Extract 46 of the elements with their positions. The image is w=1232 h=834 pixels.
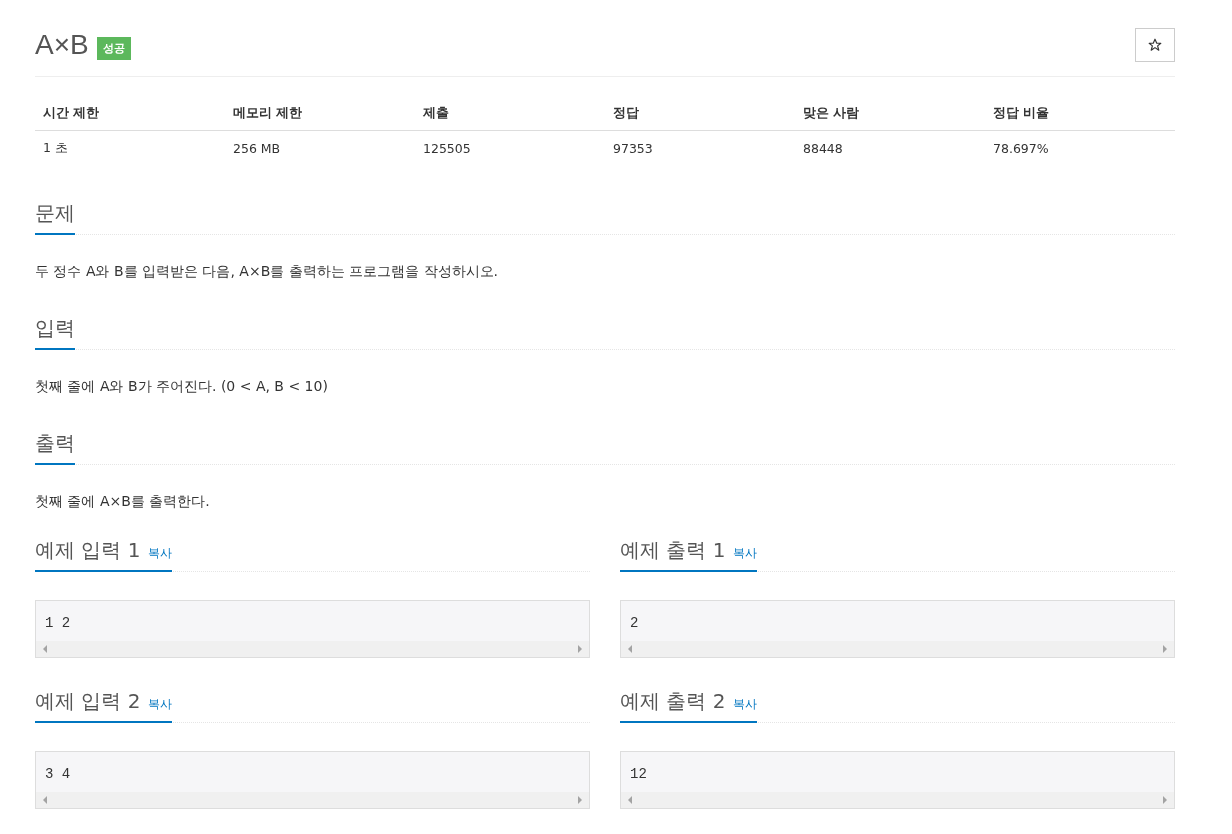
sample-code: 3 4 [44,765,72,784]
sample-heading: 예제 입력 1 [35,537,141,564]
section-heading: 문제 [35,192,75,235]
column-header: 메모리 제한 [225,97,415,131]
section-heading: 입력 [35,307,75,350]
section-text: 첫째 줄에 A와 B가 주어진다. (0 < A, B < 10) [35,378,329,396]
horizontal-scrollbar[interactable] [36,641,589,657]
scroll-left-icon[interactable] [627,645,633,653]
table-cell: 1 초 [35,130,225,166]
copy-link[interactable]: 복사 [733,696,758,713]
column-header: 시간 제한 [35,97,225,131]
copy-link[interactable]: 복사 [148,696,173,713]
section-text: 첫째 줄에 A×B를 출력한다. [35,493,211,511]
copy-link[interactable]: 복사 [148,545,173,562]
sample-code: 1 2 [44,614,72,633]
scroll-left-icon[interactable] [42,796,48,804]
sample-code: 2 [629,614,640,633]
favorite-button[interactable] [1135,28,1175,62]
scroll-right-icon[interactable] [577,796,583,804]
column-header: 맞은 사람 [795,97,985,131]
scroll-right-icon[interactable] [1162,796,1168,804]
sample-code: 12 [629,765,648,784]
horizontal-scrollbar[interactable] [621,792,1174,808]
table-cell: 88448 [795,130,985,166]
copy-link[interactable]: 복사 [733,545,758,562]
column-header: 정답 [605,97,795,131]
table-cell: 78.697% [985,130,1175,166]
sample-heading: 예제 출력 1 [620,537,726,564]
section-text: 두 정수 A와 B를 입력받은 다음, A×B를 출력하는 프로그램을 작성하시오. [35,263,500,281]
sample-heading: 예제 입력 2 [35,688,141,715]
status-badge: 성공 [96,36,131,60]
sample-heading: 예제 출력 2 [620,688,726,715]
section-heading: 출력 [35,422,75,465]
scroll-right-icon[interactable] [1162,645,1168,653]
table-cell: 256 MB [225,130,415,166]
scroll-left-icon[interactable] [42,645,48,653]
horizontal-scrollbar[interactable] [621,641,1174,657]
horizontal-scrollbar[interactable] [36,792,589,808]
problem-title: A×B [35,29,89,61]
column-header: 제출 [415,97,605,131]
table-cell: 97353 [605,130,795,166]
star-icon [1148,38,1162,52]
scroll-right-icon[interactable] [577,645,583,653]
scroll-left-icon[interactable] [627,796,633,804]
table-cell: 125505 [415,130,605,166]
column-header: 정답 비율 [985,97,1175,131]
